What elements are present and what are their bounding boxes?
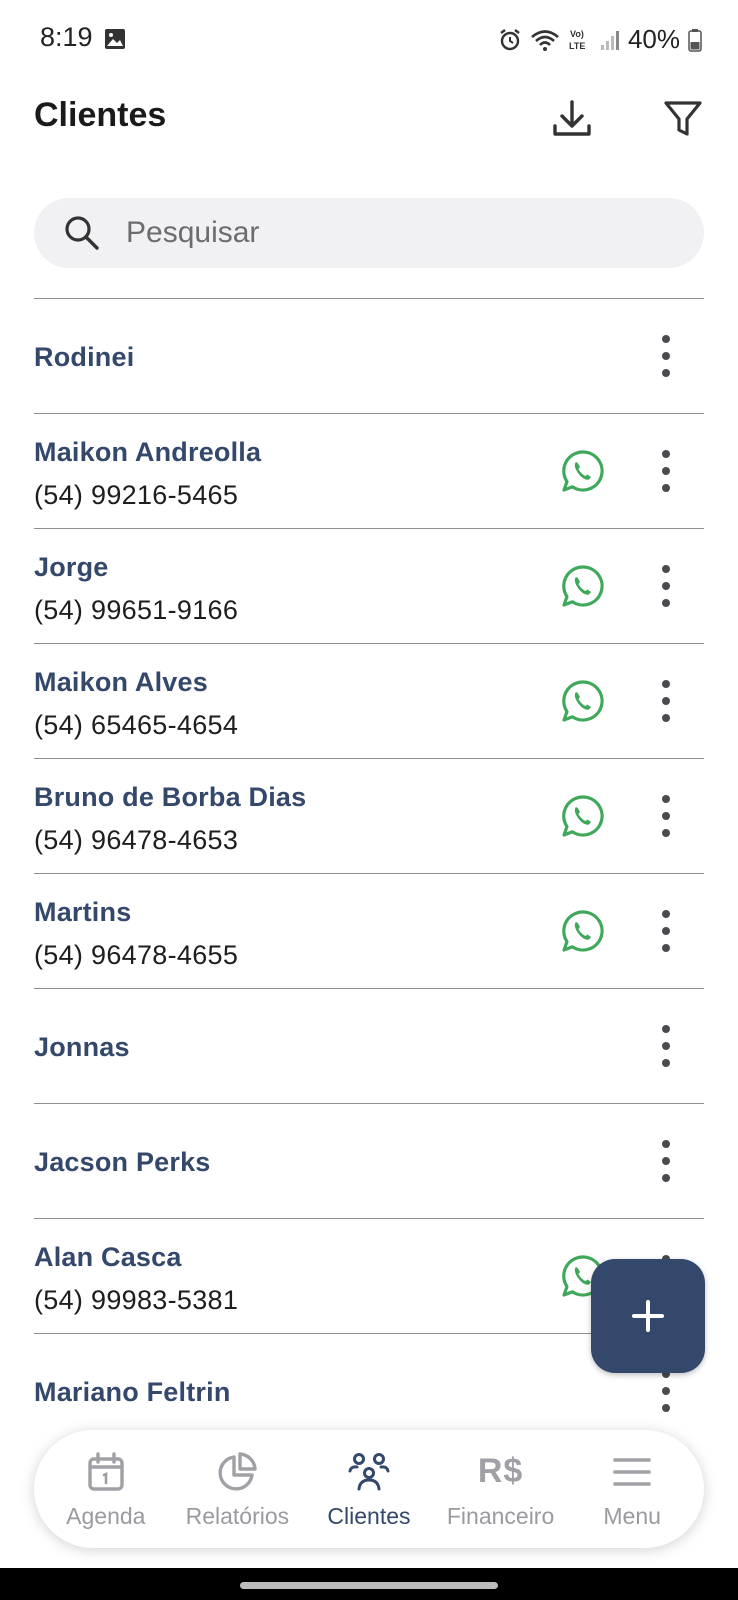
list-item[interactable]: Jorge (54) 99651-9166: [34, 528, 704, 643]
whatsapp-icon[interactable]: [560, 678, 606, 724]
battery-percent: 40%: [627, 24, 680, 54]
bottom-nav: Agenda Relatórios Clientes R$ Financeiro: [34, 1430, 704, 1548]
home-indicator[interactable]: [240, 1582, 498, 1589]
whatsapp-icon[interactable]: [560, 563, 606, 609]
nav-label: Clientes: [327, 1502, 411, 1529]
nav-label: Agenda: [66, 1502, 146, 1529]
more-options-button[interactable]: [646, 789, 686, 843]
whatsapp-icon[interactable]: [560, 448, 606, 494]
more-options-button[interactable]: [646, 444, 686, 498]
plus-icon: [632, 1300, 664, 1332]
search-bar[interactable]: [34, 198, 704, 268]
more-options-button[interactable]: [646, 329, 686, 383]
client-name: Martins: [34, 897, 132, 927]
more-options-button[interactable]: [646, 559, 686, 613]
client-name: Rodinei: [34, 342, 135, 372]
client-phone: (54) 96478-4655: [34, 940, 239, 970]
battery-icon: [688, 28, 702, 52]
pie-chart-icon: [218, 1451, 258, 1491]
client-name: Mariano Feltrin: [34, 1377, 231, 1407]
volte-icon: Vo) LTE: [569, 29, 585, 51]
client-name: Jorge: [34, 552, 109, 582]
people-icon: [348, 1452, 390, 1490]
alarm-icon: [500, 28, 520, 50]
nav-item-agenda[interactable]: Agenda: [40, 1449, 172, 1530]
whatsapp-icon[interactable]: [560, 908, 606, 954]
list-item[interactable]: Bruno de Borba Dias (54) 96478-4653: [34, 758, 704, 873]
list-item[interactable]: Jonnas: [34, 988, 704, 1103]
list-item[interactable]: Maikon Alves (54) 65465-4654: [34, 643, 704, 758]
page-title: Clientes: [34, 96, 167, 134]
client-phone: (54) 96478-4653: [34, 825, 239, 855]
signal-icon: [600, 30, 619, 50]
client-phone: (54) 99651-9166: [34, 595, 239, 625]
more-options-button[interactable]: [646, 1134, 686, 1188]
wifi-icon: [531, 29, 559, 51]
whatsapp-icon[interactable]: [560, 793, 606, 839]
add-client-button[interactable]: [591, 1259, 705, 1373]
download-icon: [553, 100, 591, 136]
nav-label: Relatórios: [185, 1502, 290, 1529]
client-list: Rodinei Maikon Andreolla (54) 99216-5465…: [34, 298, 704, 1423]
status-time: 8:19: [40, 22, 93, 52]
nav-item-financeiro[interactable]: R$ Financeiro: [435, 1449, 567, 1530]
nav-label: Menu: [603, 1502, 661, 1529]
nav-item-menu[interactable]: Menu: [566, 1449, 698, 1530]
more-options-button[interactable]: [646, 1019, 686, 1073]
search-icon: [65, 216, 99, 250]
status-indicators: Vo) LTE 40%: [498, 24, 702, 55]
more-options-button[interactable]: [646, 904, 686, 958]
client-name: Bruno de Borba Dias: [34, 782, 307, 812]
nav-item-clientes[interactable]: Clientes: [303, 1449, 435, 1530]
svg-text:LTE: LTE: [569, 41, 585, 51]
client-phone: (54) 65465-4654: [34, 710, 239, 740]
nav-label: Financeiro: [446, 1502, 555, 1529]
currency-icon: R$: [477, 1452, 524, 1490]
list-item[interactable]: Martins (54) 96478-4655: [34, 873, 704, 988]
nav-item-relatorios[interactable]: Relatórios: [172, 1449, 304, 1530]
menu-icon: [613, 1457, 651, 1486]
calendar-icon: [88, 1451, 124, 1491]
client-phone: (54) 99216-5465: [34, 480, 239, 510]
download-button[interactable]: [547, 94, 597, 144]
client-name: Alan Casca: [34, 1242, 182, 1272]
client-phone: (54) 99983-5381: [34, 1285, 239, 1315]
filter-icon: [664, 101, 702, 136]
client-name: Jacson Perks: [34, 1147, 211, 1177]
client-name: Jonnas: [34, 1032, 130, 1062]
client-name: Maikon Alves: [34, 667, 208, 697]
list-item[interactable]: Jacson Perks: [34, 1103, 704, 1218]
gallery-notification-icon: [105, 29, 125, 49]
list-item[interactable]: Rodinei: [34, 298, 704, 413]
status-bar: 8:19 Vo) LTE 40%: [0, 0, 738, 78]
svg-text:Vo): Vo): [570, 29, 584, 39]
filter-button[interactable]: [658, 94, 708, 144]
client-name: Maikon Andreolla: [34, 437, 262, 467]
more-options-button[interactable]: [646, 674, 686, 728]
search-input[interactable]: [126, 216, 646, 250]
list-item[interactable]: Maikon Andreolla (54) 99216-5465: [34, 413, 704, 528]
